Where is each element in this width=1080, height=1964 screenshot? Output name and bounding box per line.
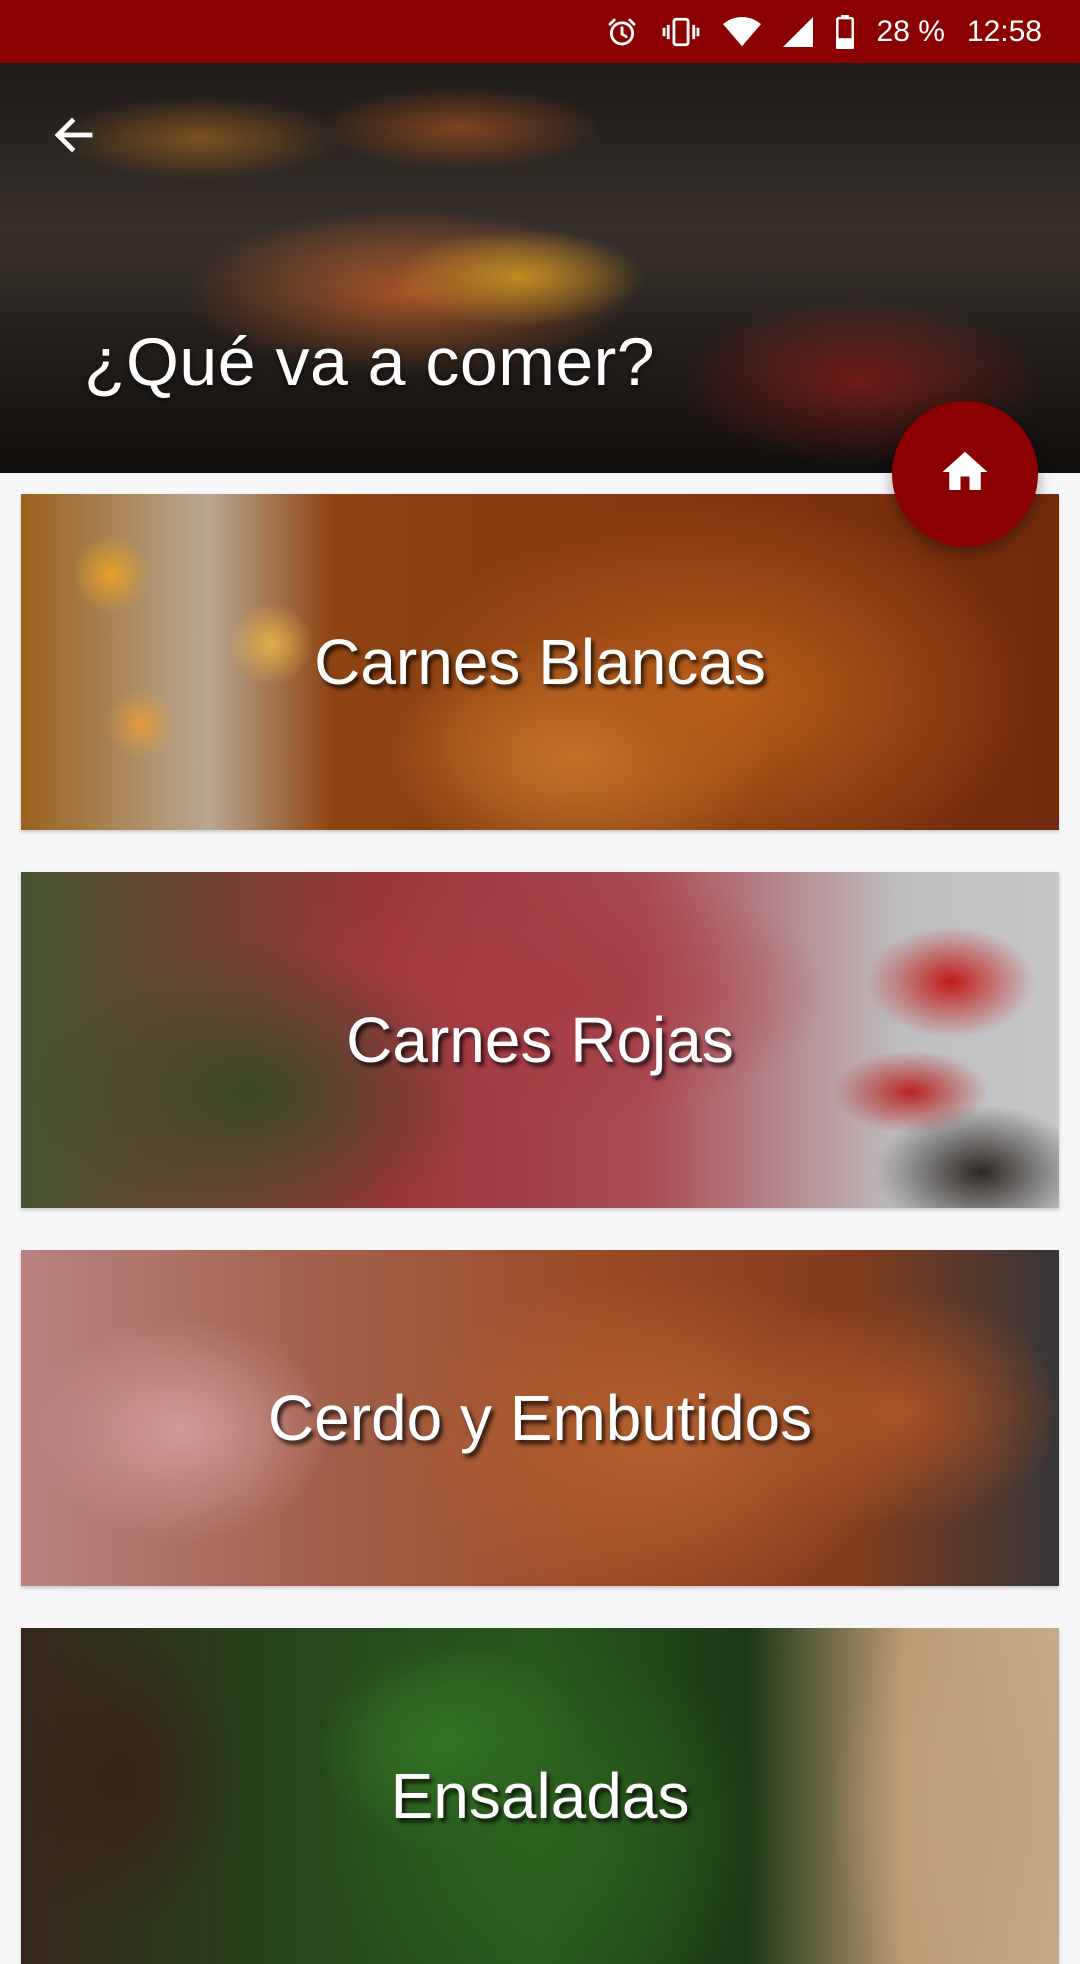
header-banner: ¿Qué va a comer?: [0, 63, 1080, 473]
category-card-cerdo-y-embutidos[interactable]: Cerdo y Embutidos: [21, 1250, 1059, 1586]
arrow-left-icon: [50, 111, 98, 164]
back-button[interactable]: [40, 103, 108, 171]
wifi-icon: [722, 16, 761, 48]
vibrate-icon: [661, 15, 701, 49]
category-card-carnes-blancas[interactable]: Carnes Blancas: [21, 494, 1059, 830]
signal-icon: [782, 16, 813, 47]
category-label: Carnes Rojas: [346, 1004, 734, 1076]
battery-icon: [835, 14, 855, 49]
status-bar: 28 % 12:58: [0, 0, 1080, 63]
clock: 12:58: [966, 14, 1042, 48]
alarm-icon: [605, 15, 639, 49]
page-title: ¿Qué va a comer?: [84, 324, 656, 400]
category-label: Ensaladas: [390, 1760, 690, 1832]
home-button[interactable]: [892, 401, 1038, 547]
header-shade: [0, 63, 1080, 473]
category-label: Cerdo y Embutidos: [267, 1382, 813, 1454]
battery-percent: 28 %: [876, 14, 945, 48]
category-card-carnes-rojas[interactable]: Carnes Rojas: [21, 872, 1059, 1208]
category-card-ensaladas[interactable]: Ensaladas: [21, 1628, 1059, 1964]
home-icon: [938, 445, 992, 504]
category-label: Carnes Blancas: [314, 626, 766, 698]
